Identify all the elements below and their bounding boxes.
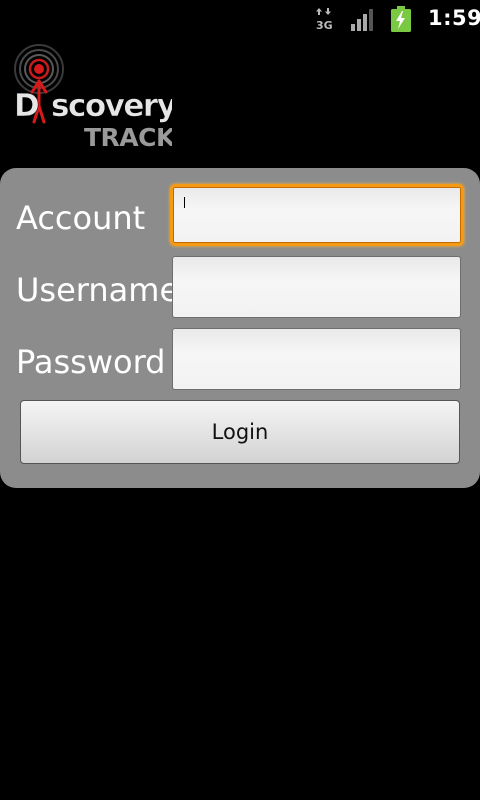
login-button[interactable]: Login xyxy=(20,400,460,464)
username-label: Username xyxy=(16,271,180,309)
password-label: Password xyxy=(16,343,166,381)
svg-text:TRACK: TRACK xyxy=(84,123,172,152)
data-3g-icon: 3G xyxy=(316,8,333,31)
svg-text:scovery: scovery xyxy=(51,88,172,124)
account-label: Account xyxy=(16,199,146,237)
signal-strength-icon xyxy=(351,9,373,31)
svg-text:D: D xyxy=(14,88,39,124)
login-screen: 3G 1:59 D scovery TRACK Account Username… xyxy=(0,0,480,800)
clock: 1:59 xyxy=(428,6,480,30)
text-cursor xyxy=(184,197,185,208)
battery-charging-icon xyxy=(391,6,411,32)
password-input[interactable] xyxy=(172,328,461,390)
discovery-track-logo: D scovery TRACK xyxy=(12,44,172,154)
account-input[interactable] xyxy=(170,184,464,246)
username-input[interactable] xyxy=(172,256,461,318)
status-bar: 3G 1:59 xyxy=(0,0,480,38)
svg-text:3G: 3G xyxy=(316,19,333,31)
